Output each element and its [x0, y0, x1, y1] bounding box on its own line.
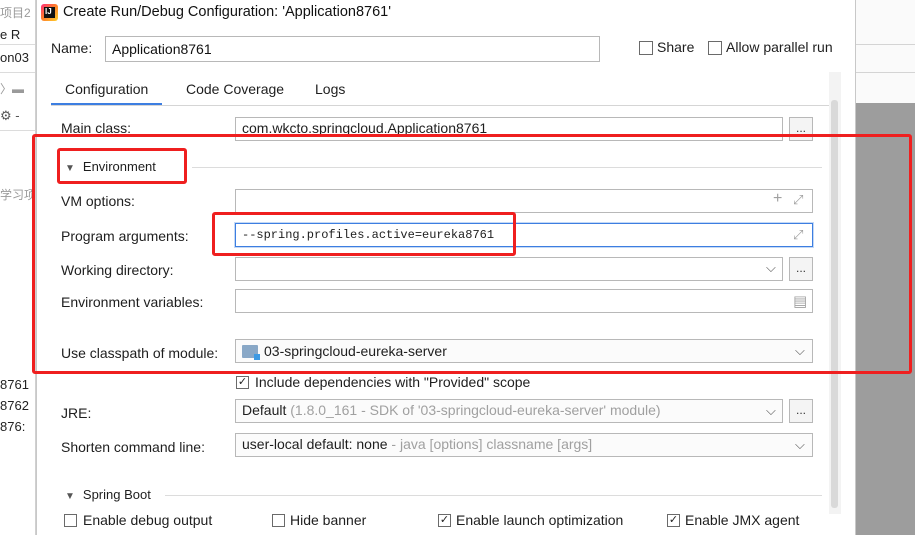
bg-divider: [0, 130, 35, 131]
tabs-divider: [51, 105, 831, 106]
document-icon[interactable]: ▤: [793, 292, 807, 310]
enable-launch-optimization-checkbox[interactable]: ✓: [438, 514, 451, 527]
triangle-down-icon: ▼: [65, 163, 75, 174]
enable-launch-optimization-label: Enable launch optimization: [456, 512, 624, 528]
jre-value: Default: [242, 402, 287, 418]
bg-editor-area: [856, 103, 915, 535]
triangle-down-icon: ▼: [65, 491, 75, 502]
share-label: Share: [657, 39, 695, 55]
bg-project-tab: on03: [0, 50, 29, 65]
enable-jmx-agent-label: Enable JMX agent: [685, 512, 800, 528]
dialog-title: Create Run/Debug Configuration: 'Applica…: [63, 4, 391, 20]
tab-configuration[interactable]: Configuration: [51, 72, 163, 106]
name-label: Name:: [51, 40, 93, 56]
shorten-value: user-local default: none: [242, 436, 388, 452]
close-icon[interactable]: [829, 1, 849, 23]
include-dependencies-label: Include dependencies with "Provided" sco…: [255, 374, 531, 390]
run-debug-config-dialog: IJ Create Run/Debug Configuration: 'Appl…: [36, 0, 856, 535]
jre-select[interactable]: Default (1.8.0_161 - SDK of '03-springcl…: [235, 399, 783, 423]
chevron-down-icon[interactable]: ⌵: [766, 260, 776, 276]
dialog-titlebar: IJ Create Run/Debug Configuration: 'Appl…: [37, 0, 857, 26]
tab-logs[interactable]: Logs: [315, 72, 345, 106]
expand-icon[interactable]: ⤢: [793, 227, 803, 243]
working-directory-label: Working directory:: [61, 262, 174, 278]
scrollbar-thumb[interactable]: [831, 100, 838, 508]
module-icon: [242, 345, 260, 360]
spring-boot-divider: [165, 495, 822, 496]
jre-browse-button[interactable]: ...: [789, 399, 813, 423]
hide-banner-label: Hide banner: [290, 512, 367, 528]
environment-section-header[interactable]: ▼ Environment: [65, 159, 156, 174]
working-directory-browse-button[interactable]: ...: [789, 257, 813, 281]
spring-boot-label: Spring Boot: [82, 487, 151, 502]
program-arguments-field[interactable]: --spring.profiles.active=eureka8761: [235, 223, 813, 247]
background-ide-right: [856, 0, 915, 535]
bg-tree-item: 学习项: [0, 188, 36, 202]
vm-options-field[interactable]: [235, 189, 813, 213]
classpath-module-select[interactable]: 03-springcloud-eureka-server: [235, 339, 813, 363]
allow-parallel-label: Allow parallel run: [726, 39, 833, 55]
intellij-app-icon: IJ: [41, 4, 58, 21]
bg-nav-icons: 〉▬: [0, 82, 25, 96]
bg-run-item-8763: 876:: [0, 419, 26, 434]
main-class-label: Main class:: [61, 120, 132, 136]
chevron-down-icon[interactable]: ⌵: [795, 343, 805, 359]
config-tabs: Configuration Code Coverage Logs: [51, 72, 831, 106]
chevron-down-icon[interactable]: ⌵: [795, 437, 805, 453]
environment-divider: [192, 167, 822, 168]
working-directory-field[interactable]: [235, 257, 783, 281]
bg-menu-fragment: e R: [0, 27, 21, 42]
main-class-browse-button[interactable]: ...: [789, 117, 813, 141]
enable-debug-output-label: Enable debug output: [83, 512, 213, 528]
name-input[interactable]: [105, 36, 600, 62]
bg-divider: [856, 44, 915, 45]
enable-jmx-agent-checkbox[interactable]: ✓: [667, 514, 680, 527]
vm-options-label: VM options:: [61, 193, 135, 209]
expand-icon[interactable]: ⤢: [793, 192, 803, 208]
tab-code-coverage[interactable]: Code Coverage: [186, 72, 284, 106]
chevron-down-icon[interactable]: ⌵: [766, 403, 776, 419]
plus-icon[interactable]: +: [773, 190, 782, 208]
classpath-module-label: Use classpath of module:: [61, 345, 219, 361]
allow-parallel-checkbox[interactable]: [708, 41, 722, 55]
jre-label: JRE:: [61, 405, 92, 421]
shorten-hint: - java [options] classname [args]: [387, 436, 593, 452]
jre-hint: (1.8.0_161 - SDK of '03-springcloud-eure…: [290, 402, 661, 418]
gear-icon: ⚙ -: [0, 108, 20, 123]
spring-boot-section-header[interactable]: ▼ Spring Boot: [65, 487, 151, 502]
bg-run-item-8761: 8761: [0, 377, 29, 392]
background-ide-left: 项目2 e R on03 〉▬ ⚙ - 学习项 8761 8762 876:: [0, 0, 36, 535]
program-arguments-label: Program arguments:: [61, 228, 189, 244]
hide-banner-checkbox[interactable]: [272, 514, 285, 527]
bg-project-label: 项目2: [0, 6, 31, 20]
main-class-field[interactable]: com.wkcto.springcloud.Application8761: [235, 117, 783, 141]
include-dependencies-checkbox[interactable]: ✓: [236, 376, 249, 389]
shorten-command-line-select[interactable]: user-local default: none - java [options…: [235, 433, 813, 457]
bg-divider: [856, 72, 915, 73]
bg-divider: [0, 44, 35, 45]
environment-label: Environment: [82, 159, 156, 174]
bg-run-item-8762: 8762: [0, 398, 29, 413]
bg-divider: [0, 72, 35, 73]
app-icon-text: IJ: [45, 7, 52, 16]
environment-variables-label: Environment variables:: [61, 294, 204, 310]
share-checkbox[interactable]: [639, 41, 653, 55]
enable-debug-output-checkbox[interactable]: [64, 514, 77, 527]
environment-variables-field[interactable]: [235, 289, 813, 313]
shorten-command-line-label: Shorten command line:: [61, 439, 205, 455]
classpath-module-value: 03-springcloud-eureka-server: [264, 343, 447, 359]
